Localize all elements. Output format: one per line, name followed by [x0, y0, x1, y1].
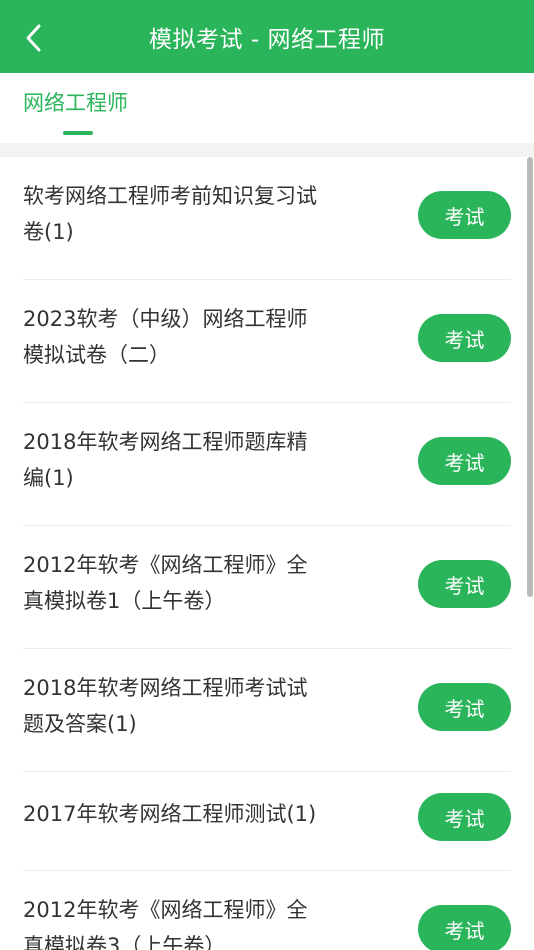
exam-title: 2012年软考《网络工程师》全真模拟卷1（上午卷） [23, 553, 308, 613]
start-exam-button[interactable]: 考试 [418, 191, 511, 239]
tab-network-engineer[interactable]: 网络工程师 [23, 87, 128, 117]
app-screen: 模拟考试 - 网络工程师 网络工程师 软考网络工程师考前知识复习试卷(1) 考试… [0, 0, 534, 950]
start-exam-button[interactable]: 考试 [418, 437, 511, 485]
exam-title: 2023软考（中级）网络工程师模拟试卷（二） [23, 307, 308, 367]
tab-bar: 网络工程师 [0, 73, 534, 143]
exam-title: 2018年软考网络工程师考试试题及答案(1) [23, 676, 308, 736]
tab-active-indicator [63, 131, 93, 135]
chevron-left-icon [26, 24, 41, 52]
exam-title: 2018年软考网络工程师题库精编(1) [23, 430, 308, 490]
exam-title: 2012年软考《网络工程师》全真模拟卷3（上午卷） [23, 898, 308, 950]
list-item[interactable]: 2023软考（中级）网络工程师模拟试卷（二） 考试 [0, 280, 534, 403]
start-exam-button[interactable]: 考试 [418, 905, 511, 950]
back-button[interactable] [14, 18, 54, 58]
exam-title: 软考网络工程师考前知识复习试卷(1) [23, 184, 317, 244]
page-title: 模拟考试 - 网络工程师 [149, 26, 385, 53]
list-item[interactable]: 2017年软考网络工程师测试(1) 考试 [0, 772, 534, 871]
list-item[interactable]: 软考网络工程师考前知识复习试卷(1) 考试 [0, 157, 534, 280]
start-exam-button[interactable]: 考试 [418, 560, 511, 608]
exam-list[interactable]: 软考网络工程师考前知识复习试卷(1) 考试 2023软考（中级）网络工程师模拟试… [0, 157, 534, 950]
exam-title: 2017年软考网络工程师测试(1) [23, 802, 317, 826]
start-exam-button[interactable]: 考试 [418, 683, 511, 731]
header-bar: 模拟考试 - 网络工程师 [0, 0, 534, 73]
list-item[interactable]: 2012年软考《网络工程师》全真模拟卷1（上午卷） 考试 [0, 526, 534, 649]
start-exam-button[interactable]: 考试 [418, 314, 511, 362]
start-exam-button[interactable]: 考试 [418, 793, 511, 841]
scrollbar[interactable] [527, 157, 533, 597]
list-item[interactable]: 2012年软考《网络工程师》全真模拟卷3（上午卷） 考试 [0, 871, 534, 950]
list-item[interactable]: 2018年软考网络工程师题库精编(1) 考试 [0, 403, 534, 526]
section-divider [0, 143, 534, 157]
list-item[interactable]: 2018年软考网络工程师考试试题及答案(1) 考试 [0, 649, 534, 772]
